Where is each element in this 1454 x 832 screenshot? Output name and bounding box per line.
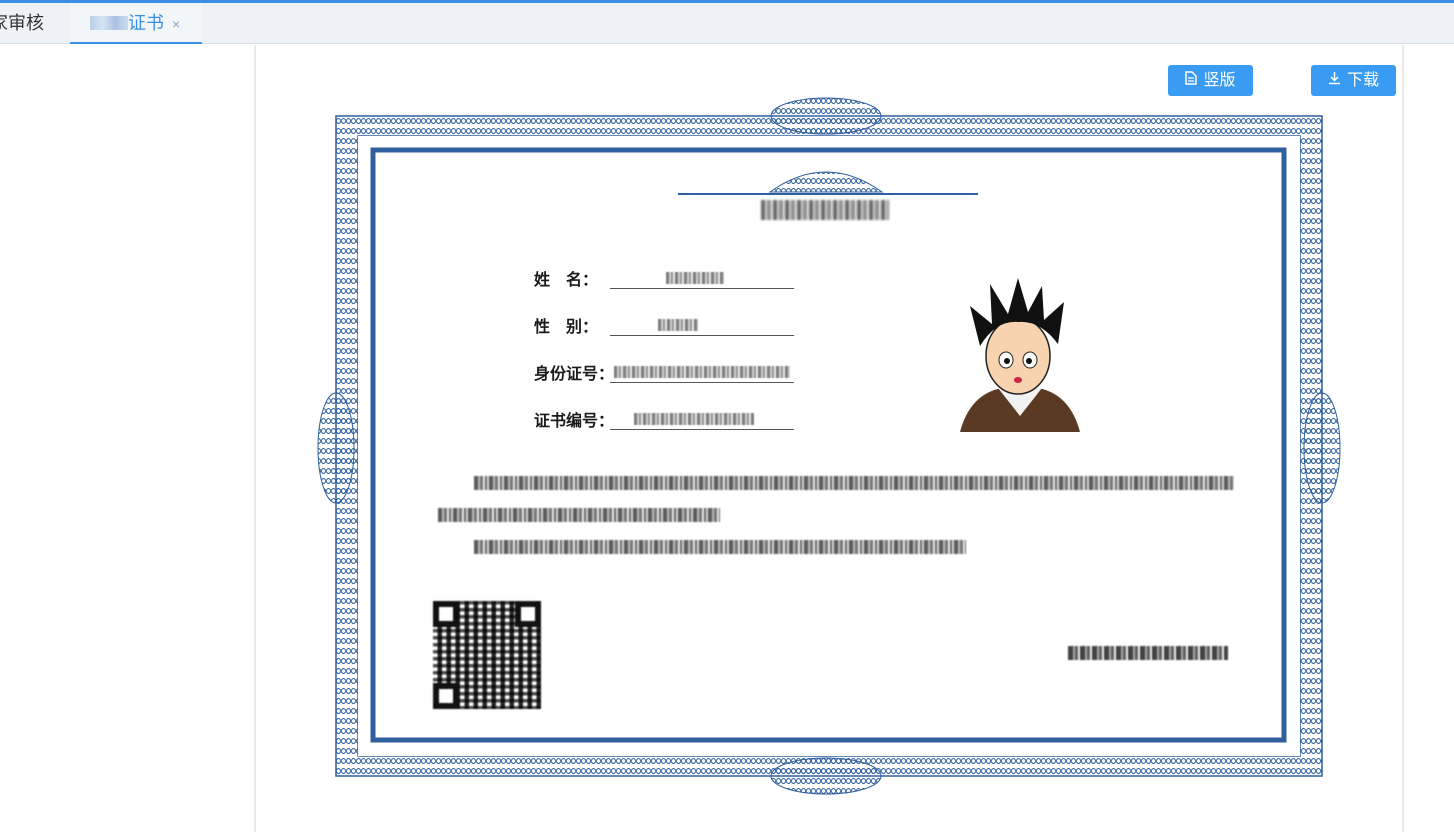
vertical-layout-label: 竖版 [1203, 72, 1236, 89]
sidebar [0, 45, 256, 832]
gender-value [610, 313, 794, 336]
tab-review[interactable]: 家审核 [0, 3, 44, 44]
name-value [610, 266, 794, 289]
issuer-signature-redacted [1068, 646, 1228, 660]
name-field: 姓 名： [534, 266, 799, 289]
body-text-line-1 [474, 476, 1234, 490]
tab-certificate-label: 证书 [128, 13, 164, 33]
certificate: 姓 名： 性 别： 身份证号： 证书编号： [316, 96, 1342, 796]
tab-review-label: 家审核 [0, 13, 44, 33]
gender-label: 性 别： [534, 319, 599, 336]
certificate-number-value [610, 407, 794, 430]
portrait-photo [940, 276, 1100, 432]
body-text-line-2 [438, 508, 720, 522]
body-text-line-3 [474, 540, 966, 554]
name-label: 姓 名： [534, 272, 599, 289]
document-icon [1185, 65, 1198, 96]
certificate-number-field: 证书编号： [534, 407, 799, 430]
qr-code [433, 601, 541, 709]
tab-title-redacted [90, 16, 128, 30]
close-icon[interactable]: × [172, 16, 180, 32]
right-panel [1402, 45, 1454, 832]
tab-bar: 家审核 证书 × [0, 3, 1454, 44]
download-label: 下载 [1346, 72, 1379, 89]
tab-certificate[interactable]: 证书 × [70, 3, 202, 44]
vertical-layout-button[interactable]: 竖版 [1168, 65, 1253, 96]
gender-field: 性 别： [534, 313, 799, 336]
download-button[interactable]: 下载 [1311, 65, 1396, 96]
download-icon [1328, 65, 1341, 96]
certificate-title-redacted [761, 200, 889, 220]
id-number-field: 身份证号： [534, 360, 799, 383]
id-number-value [610, 360, 794, 383]
certificate-number-label: 证书编号： [534, 413, 615, 430]
id-number-label: 身份证号： [534, 366, 615, 383]
